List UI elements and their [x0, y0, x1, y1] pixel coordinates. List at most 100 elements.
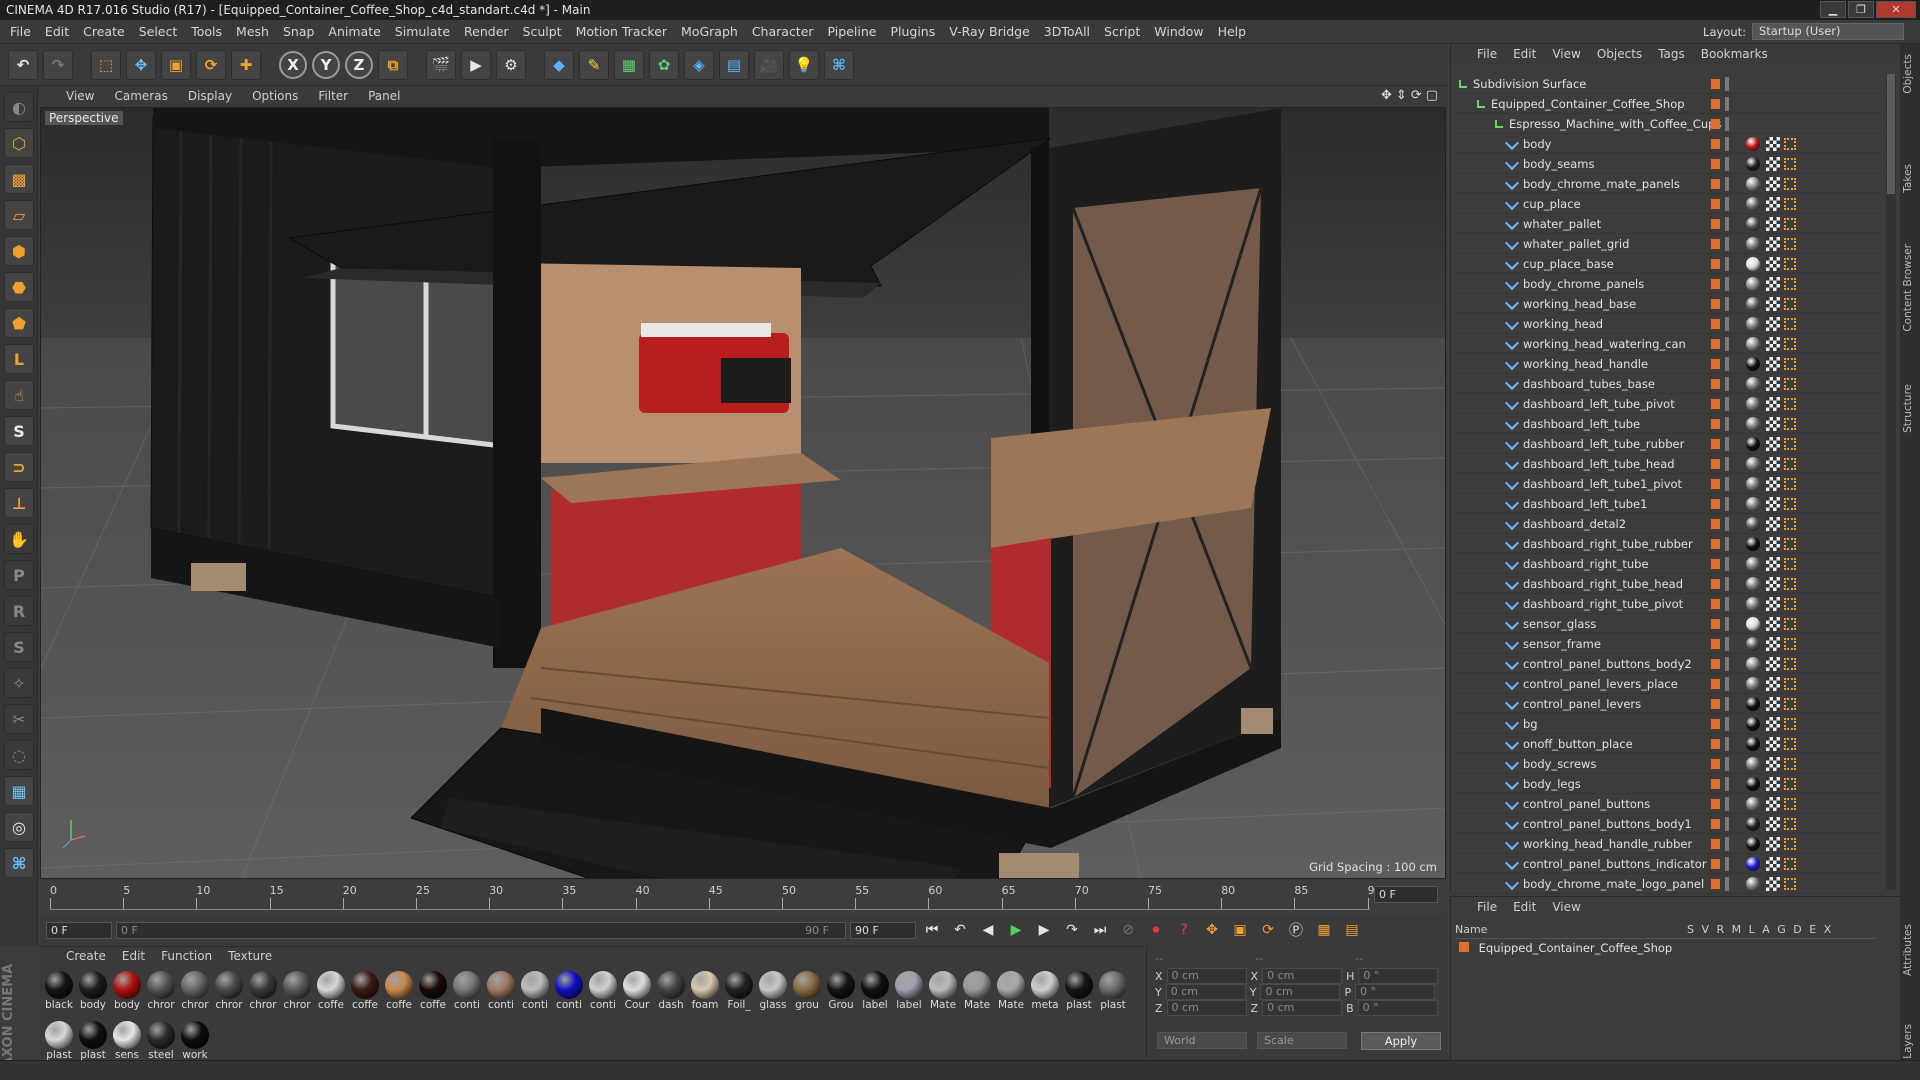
material-tag-icon[interactable]	[1746, 437, 1760, 451]
object-row[interactable]: dashboard_left_tube1	[1451, 494, 1881, 514]
layer-row[interactable]: Equipped_Container_Coffee_Shop	[1459, 941, 1672, 955]
selection-tag-icon[interactable]	[1784, 538, 1796, 550]
workplane-icon[interactable]: ▱	[4, 200, 34, 230]
uvw-tag-icon[interactable]	[1766, 737, 1780, 751]
material-swatch[interactable]: chror	[144, 969, 178, 1019]
magnet-icon[interactable]: ⊃	[4, 452, 34, 482]
menu-item[interactable]: Edit	[45, 24, 69, 39]
viewport-menu-item[interactable]: Cameras	[114, 89, 167, 103]
selection-tag-icon[interactable]	[1784, 698, 1796, 710]
material-swatch[interactable]: coffe	[382, 969, 416, 1019]
side-tab[interactable]: Structure	[1902, 384, 1918, 433]
uvw-tag-icon[interactable]	[1766, 597, 1780, 611]
uvw-tag-icon[interactable]	[1766, 337, 1780, 351]
sculpt-inflate-icon[interactable]: ◌	[4, 740, 34, 770]
uvw-tag-icon[interactable]	[1766, 837, 1780, 851]
material-tag-icon[interactable]	[1746, 837, 1760, 851]
selection-tag-icon[interactable]	[1784, 178, 1796, 190]
space-dropdown[interactable]: World	[1157, 1032, 1247, 1049]
menu-item[interactable]: Select	[139, 24, 178, 39]
solo-icon[interactable]: ◎	[4, 812, 34, 842]
go-to-end-icon[interactable]: ⏭	[1088, 918, 1112, 942]
visibility-dots-icon[interactable]	[1725, 117, 1729, 131]
selection-tag-icon[interactable]	[1784, 338, 1796, 350]
coord-value-field[interactable]: 0 cm	[1166, 1000, 1247, 1016]
camera-icon[interactable]: 🎥	[754, 49, 784, 80]
edges-mode-icon[interactable]: ⬣	[4, 272, 34, 302]
material-tag-icon[interactable]	[1746, 817, 1760, 831]
side-tab[interactable]: Objects	[1902, 54, 1918, 94]
material-swatch[interactable]: Mate	[994, 969, 1028, 1019]
pen-spline-icon[interactable]: ✎	[579, 49, 609, 80]
material-swatch[interactable]: glass	[756, 969, 790, 1019]
material-swatch[interactable]: chror	[178, 969, 212, 1019]
menu-item[interactable]: MoGraph	[681, 24, 738, 39]
uvw-tag-icon[interactable]	[1766, 637, 1780, 651]
material-swatch[interactable]: Cour	[620, 969, 654, 1019]
start-frame-field[interactable]: 0 F	[46, 921, 112, 939]
material-swatch[interactable]: Grou	[824, 969, 858, 1019]
material-swatch[interactable]: Foil_	[722, 969, 756, 1019]
material-tag-icon[interactable]	[1746, 517, 1760, 531]
side-tab[interactable]: Takes	[1902, 164, 1918, 193]
material-swatch[interactable]: chror	[212, 969, 246, 1019]
selection-tag-icon[interactable]	[1784, 498, 1796, 510]
deformer-icon[interactable]: ◈	[684, 49, 714, 80]
material-tag-icon[interactable]	[1746, 597, 1760, 611]
material-tag-icon[interactable]	[1746, 797, 1760, 811]
coord-value-field[interactable]: 0 °	[1358, 968, 1439, 984]
selection-tag-icon[interactable]	[1784, 878, 1796, 890]
coord-value-field[interactable]: 0 °	[1357, 1000, 1438, 1016]
material-tag-icon[interactable]	[1746, 457, 1760, 471]
make-editable-icon[interactable]: ◐	[4, 92, 34, 122]
material-tag-icon[interactable]	[1746, 417, 1760, 431]
selection-tag-icon[interactable]	[1784, 158, 1796, 170]
object-row[interactable]: body_screws	[1451, 754, 1881, 774]
viewport-nav-icons[interactable]: ✥⇕⟳▢	[1381, 88, 1442, 103]
material-swatch[interactable]: Mate	[926, 969, 960, 1019]
keyframe-rotation-icon[interactable]: ⟳	[1256, 918, 1280, 942]
object-row[interactable]: control_panel_levers	[1451, 694, 1881, 714]
material-tag-icon[interactable]	[1746, 777, 1760, 791]
selection-tag-icon[interactable]	[1784, 758, 1796, 770]
selection-tag-icon[interactable]	[1784, 218, 1796, 230]
visibility-dots-icon[interactable]	[1725, 797, 1729, 811]
uvw-tag-icon[interactable]	[1766, 297, 1780, 311]
object-row[interactable]: control_panel_levers_place	[1451, 674, 1881, 694]
coord-value-field[interactable]: 0 cm	[1262, 1000, 1343, 1016]
object-row[interactable]: cup_place_base	[1451, 254, 1881, 274]
visibility-dots-icon[interactable]	[1725, 437, 1729, 451]
move-icon[interactable]: ✥	[126, 49, 156, 80]
selection-tag-icon[interactable]	[1784, 778, 1796, 790]
side-tab[interactable]: Content Browser	[1902, 244, 1918, 332]
uvw-tag-icon[interactable]	[1766, 697, 1780, 711]
material-tag-icon[interactable]	[1746, 657, 1760, 671]
material-swatch[interactable]: body	[76, 969, 110, 1019]
menu-item[interactable]: Motion Tracker	[576, 24, 667, 39]
visibility-dots-icon[interactable]	[1725, 817, 1729, 831]
material-swatch[interactable]: coffe	[348, 969, 382, 1019]
visibility-dots-icon[interactable]	[1725, 597, 1729, 611]
selection-tag-icon[interactable]	[1784, 318, 1796, 330]
object-row[interactable]: body_seams	[1451, 154, 1881, 174]
visibility-dots-icon[interactable]	[1725, 737, 1729, 751]
selection-tag-icon[interactable]	[1784, 618, 1796, 630]
selection-tag-icon[interactable]	[1784, 658, 1796, 670]
visibility-dots-icon[interactable]	[1725, 317, 1729, 331]
uvw-tag-icon[interactable]	[1766, 157, 1780, 171]
material-tag-icon[interactable]	[1746, 757, 1760, 771]
selection-tag-icon[interactable]	[1784, 358, 1796, 370]
y-axis-icon[interactable]: Y	[312, 50, 340, 79]
material-swatch[interactable]: foam	[688, 969, 722, 1019]
menu-item[interactable]: Window	[1154, 24, 1203, 39]
material-swatch[interactable]: grou	[790, 969, 824, 1019]
uvw-tag-icon[interactable]	[1766, 617, 1780, 631]
x-axis-icon[interactable]: X	[279, 50, 307, 79]
material-swatch[interactable]: dash	[654, 969, 688, 1019]
next-frame-icon[interactable]: ▶	[1032, 918, 1056, 942]
material-tag-icon[interactable]	[1746, 397, 1760, 411]
object-row[interactable]: dashboard_right_tube_rubber	[1451, 534, 1881, 554]
viewport-menu-item[interactable]: Panel	[368, 89, 400, 103]
visibility-dots-icon[interactable]	[1725, 757, 1729, 771]
uvw-tag-icon[interactable]	[1766, 577, 1780, 591]
